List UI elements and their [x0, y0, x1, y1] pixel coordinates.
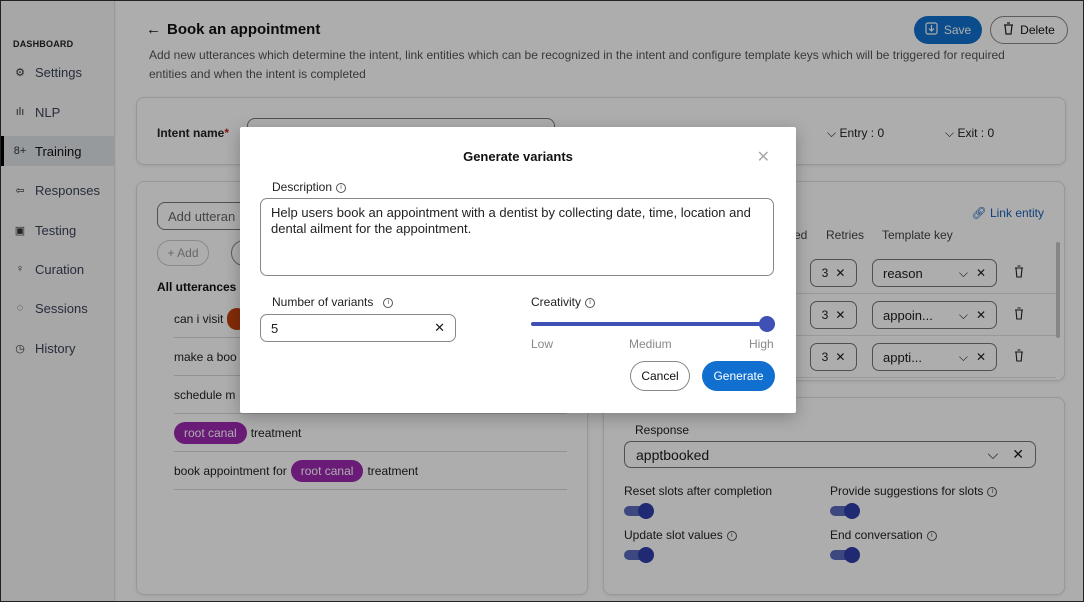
variants-label: Number of variants i — [272, 295, 394, 309]
info-icon[interactable]: i — [585, 297, 596, 308]
clear-icon[interactable]: ✕ — [434, 320, 445, 336]
number-of-variants-input[interactable]: 5 ✕ — [260, 314, 456, 342]
tick-medium: Medium — [629, 337, 672, 351]
info-icon[interactable]: i — [336, 182, 347, 193]
variants-value: 5 — [271, 320, 279, 336]
slider-fill — [531, 322, 775, 326]
cancel-button[interactable]: Cancel — [630, 361, 690, 391]
generate-variants-dialog: Generate variants ✕ Description i Help us… — [240, 127, 796, 413]
tick-low: Low — [531, 337, 554, 351]
close-icon[interactable]: ✕ — [757, 147, 770, 167]
tick-high: High — [749, 337, 774, 351]
generate-button[interactable]: Generate — [702, 361, 775, 391]
description-textarea[interactable]: Help users book an appointment with a de… — [260, 198, 774, 276]
creativity-label: Creativity i — [531, 295, 596, 309]
slider-thumb[interactable] — [759, 316, 775, 332]
description-label: Description i — [272, 180, 347, 194]
dialog-title: Generate variants — [463, 149, 573, 164]
info-icon[interactable]: i — [383, 297, 394, 308]
app-window: DASHBOARD ⚙ Settings ılı NLP 8+ Training ⇦ Resp… — [0, 0, 1084, 602]
creativity-slider[interactable] — [531, 314, 775, 334]
